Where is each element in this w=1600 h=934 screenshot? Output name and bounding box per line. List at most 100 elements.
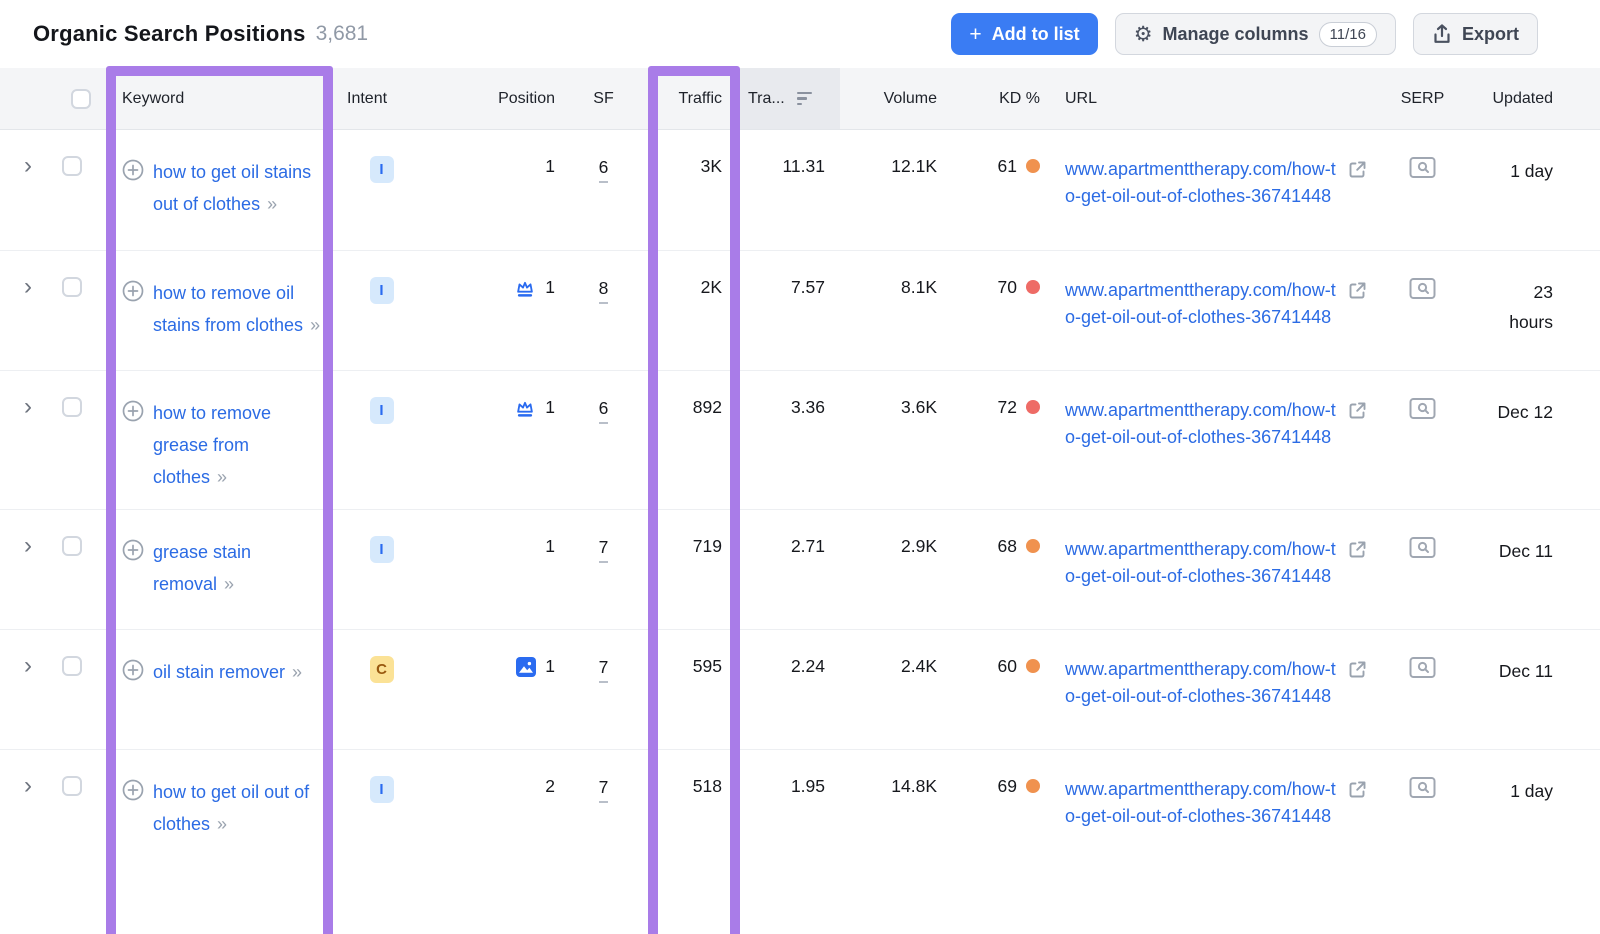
kd-dot <box>1026 779 1040 793</box>
upload-icon <box>1432 23 1452 45</box>
expand-row-icon[interactable] <box>24 536 32 556</box>
keyword-cell: grease stain removal <box>153 536 325 600</box>
keyword-arrows-icon[interactable] <box>267 194 276 214</box>
keyword-link[interactable]: how to remove grease from clothes <box>153 403 271 487</box>
sf-count-link[interactable]: 8 <box>599 277 609 304</box>
url-link[interactable]: www.apartmenttherapy.com/how-to-get-oil-… <box>1065 156 1339 210</box>
external-link-icon[interactable] <box>1347 280 1368 301</box>
serp-preview-icon[interactable] <box>1409 397 1436 420</box>
url-link[interactable]: www.apartmenttherapy.com/how-to-get-oil-… <box>1065 656 1339 710</box>
add-keyword-icon[interactable] <box>122 779 144 801</box>
keyword-arrows-icon[interactable] <box>217 814 226 834</box>
sf-count-link[interactable]: 7 <box>599 656 609 683</box>
traffic-pct-value: 2.71 <box>740 510 840 629</box>
sf-count-link[interactable]: 6 <box>599 397 609 424</box>
column-header-position[interactable]: Position <box>430 68 567 129</box>
column-header-intent[interactable]: Intent <box>333 68 430 129</box>
organic-search-positions-page: Organic Search Positions 3,681 + Add to … <box>0 0 1600 934</box>
kd-dot <box>1026 659 1040 673</box>
keyword-cell: how to get oil out of clothes <box>153 776 325 840</box>
keyword-cell: how to remove oil stains from clothes <box>153 277 325 341</box>
url-link[interactable]: www.apartmenttherapy.com/how-to-get-oil-… <box>1065 776 1339 830</box>
column-header-sf[interactable]: SF <box>567 68 640 129</box>
expand-row-icon[interactable] <box>24 397 32 417</box>
external-link-icon[interactable] <box>1347 779 1368 800</box>
volume-value: 8.1K <box>840 251 950 370</box>
column-header-url[interactable]: URL <box>1050 68 1390 129</box>
keyword-arrows-icon[interactable] <box>224 574 233 594</box>
volume-value: 3.6K <box>840 371 950 509</box>
serp-preview-icon[interactable] <box>1409 656 1436 679</box>
column-header-serp[interactable]: SERP <box>1390 68 1455 129</box>
plus-icon: + <box>969 24 981 45</box>
traffic-value: 3K <box>640 130 740 250</box>
gear-icon: ⚙ <box>1134 24 1153 45</box>
serp-preview-icon[interactable] <box>1409 776 1436 799</box>
column-header-kd[interactable]: KD % <box>950 68 1050 129</box>
column-header-keyword[interactable]: Keyword <box>106 68 333 129</box>
position-value: 2 <box>545 776 555 797</box>
updated-value: Dec 11 <box>1499 656 1553 686</box>
manage-columns-button[interactable]: ⚙ Manage columns 11/16 <box>1115 13 1396 55</box>
expand-row-icon[interactable] <box>24 656 32 676</box>
results-count: 3,681 <box>316 22 369 46</box>
keyword-link[interactable]: how to get oil stains out of clothes <box>153 162 311 214</box>
column-header-updated[interactable]: Updated <box>1455 68 1600 129</box>
row-checkbox[interactable] <box>62 397 82 417</box>
sf-count-link[interactable]: 7 <box>599 776 609 803</box>
keyword-arrows-icon[interactable] <box>217 467 226 487</box>
expand-row-icon[interactable] <box>24 277 32 297</box>
row-checkbox[interactable] <box>62 656 82 676</box>
columns-count-badge: 11/16 <box>1319 22 1377 47</box>
row-checkbox[interactable] <box>62 156 82 176</box>
url-link[interactable]: www.apartmenttherapy.com/how-to-get-oil-… <box>1065 536 1339 590</box>
external-link-icon[interactable] <box>1347 400 1368 421</box>
url-link[interactable]: www.apartmenttherapy.com/how-to-get-oil-… <box>1065 397 1339 451</box>
traffic-pct-value: 3.36 <box>740 371 840 509</box>
external-link-icon[interactable] <box>1347 159 1368 180</box>
serp-preview-icon[interactable] <box>1409 156 1436 179</box>
updated-value: Dec 12 <box>1498 397 1553 427</box>
keyword-cell: how to get oil stains out of clothes <box>153 156 325 220</box>
add-keyword-icon[interactable] <box>122 159 144 181</box>
position-value: 1 <box>545 156 555 177</box>
row-checkbox[interactable] <box>62 536 82 556</box>
intent-badge: C <box>370 656 394 683</box>
column-header-traffic-pct[interactable]: Tra... <box>740 68 840 129</box>
add-keyword-icon[interactable] <box>122 539 144 561</box>
sf-count-link[interactable]: 6 <box>599 156 609 183</box>
table-row: how to remove grease from clothes I 1 6 … <box>0 370 1600 509</box>
export-button[interactable]: Export <box>1413 13 1538 55</box>
keyword-link[interactable]: grease stain removal <box>153 542 251 594</box>
expand-row-icon[interactable] <box>24 156 32 176</box>
kd-value: 60 <box>998 656 1017 677</box>
position-value: 1 <box>545 397 555 418</box>
table-row: grease stain removal I 1 7 719 2.71 2.9K… <box>0 509 1600 629</box>
traffic-pct-value: 2.24 <box>740 630 840 749</box>
add-keyword-icon[interactable] <box>122 400 144 422</box>
serp-preview-icon[interactable] <box>1409 277 1436 300</box>
sf-count-link[interactable]: 7 <box>599 536 609 563</box>
traffic-value: 892 <box>640 371 740 509</box>
keyword-arrows-icon[interactable] <box>310 315 319 335</box>
external-link-icon[interactable] <box>1347 539 1368 560</box>
column-header-volume[interactable]: Volume <box>840 68 950 129</box>
add-keyword-icon[interactable] <box>122 659 144 681</box>
external-link-icon[interactable] <box>1347 659 1368 680</box>
intent-badge: I <box>370 776 394 803</box>
serp-preview-icon[interactable] <box>1409 536 1436 559</box>
select-all-checkbox[interactable] <box>71 89 91 109</box>
keyword-arrows-icon[interactable] <box>292 662 301 682</box>
keyword-link[interactable]: how to get oil out of clothes <box>153 782 309 834</box>
add-keyword-icon[interactable] <box>122 280 144 302</box>
table-body: how to get oil stains out of clothes I 1… <box>0 130 1600 869</box>
keyword-link[interactable]: how to remove oil stains from clothes <box>153 283 303 335</box>
url-link[interactable]: www.apartmenttherapy.com/how-to-get-oil-… <box>1065 277 1339 331</box>
row-checkbox[interactable] <box>62 776 82 796</box>
row-checkbox[interactable] <box>62 277 82 297</box>
column-header-traffic[interactable]: Traffic <box>640 68 740 129</box>
add-to-list-button[interactable]: + Add to list <box>951 13 1097 55</box>
page-title: Organic Search Positions <box>33 21 306 47</box>
expand-row-icon[interactable] <box>24 776 32 796</box>
keyword-link[interactable]: oil stain remover <box>153 662 285 682</box>
